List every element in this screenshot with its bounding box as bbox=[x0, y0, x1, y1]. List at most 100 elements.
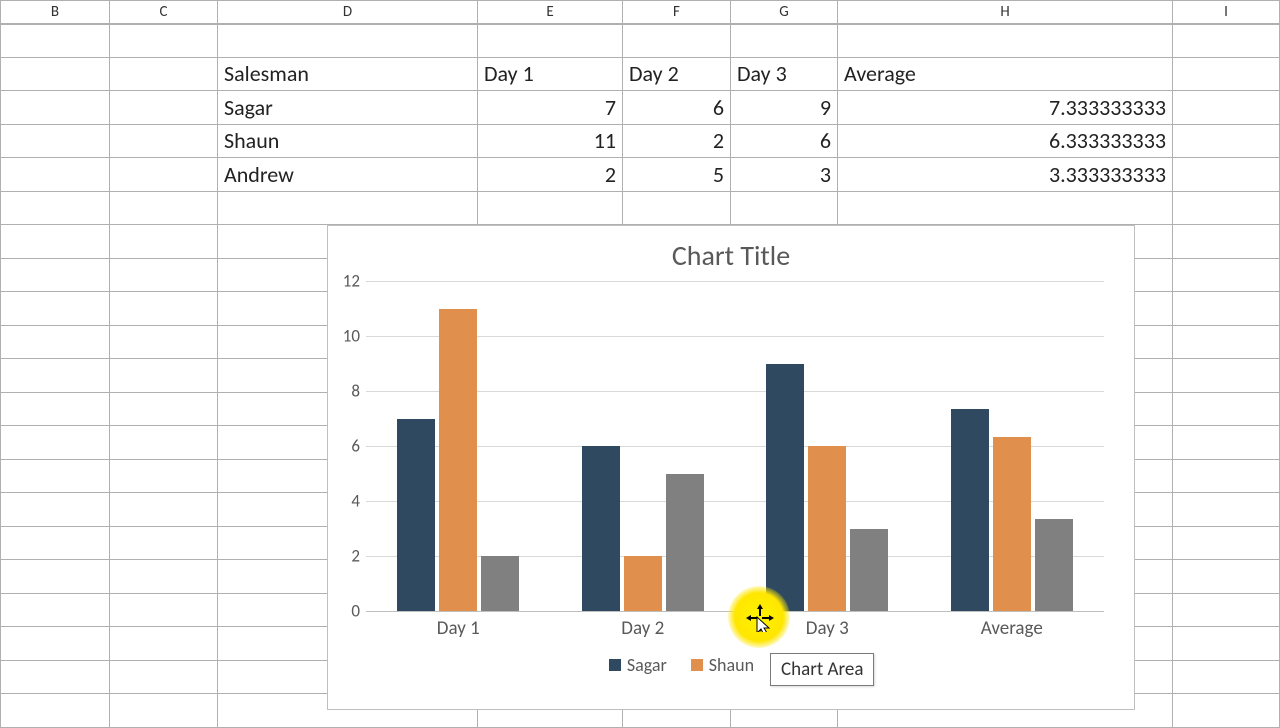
cell[interactable] bbox=[1173, 91, 1280, 125]
cell[interactable] bbox=[0, 627, 110, 661]
cell[interactable]: Day 3 bbox=[731, 58, 838, 92]
cell[interactable] bbox=[1173, 426, 1280, 460]
cell[interactable] bbox=[0, 527, 110, 561]
cell[interactable] bbox=[110, 694, 218, 728]
cell[interactable] bbox=[110, 426, 218, 460]
cell[interactable] bbox=[110, 58, 218, 92]
cell[interactable] bbox=[110, 359, 218, 393]
cell[interactable] bbox=[110, 527, 218, 561]
cell[interactable] bbox=[110, 493, 218, 527]
cell[interactable]: 11 bbox=[478, 125, 623, 159]
bar[interactable] bbox=[766, 364, 804, 612]
cell[interactable]: 7 bbox=[478, 91, 623, 125]
cell[interactable] bbox=[1173, 158, 1280, 192]
cell[interactable] bbox=[1173, 326, 1280, 360]
cell[interactable] bbox=[0, 426, 110, 460]
bar[interactable] bbox=[808, 446, 846, 611]
bar[interactable] bbox=[993, 437, 1031, 611]
cell[interactable] bbox=[478, 24, 623, 58]
cell[interactable]: 3.333333333 bbox=[838, 158, 1173, 192]
cell[interactable]: Day 2 bbox=[623, 58, 731, 92]
cell[interactable]: 3 bbox=[731, 158, 838, 192]
cell[interactable]: 2 bbox=[623, 125, 731, 159]
cell[interactable] bbox=[1173, 192, 1280, 226]
cell[interactable] bbox=[110, 326, 218, 360]
col-header-I[interactable]: I bbox=[1173, 0, 1280, 24]
cell[interactable] bbox=[623, 192, 731, 226]
cell[interactable]: 6 bbox=[731, 125, 838, 159]
cell[interactable] bbox=[1173, 627, 1280, 661]
cell[interactable] bbox=[0, 359, 110, 393]
bar[interactable] bbox=[951, 409, 989, 611]
cell[interactable] bbox=[0, 192, 110, 226]
cell[interactable] bbox=[0, 393, 110, 427]
col-header-D[interactable]: D bbox=[218, 0, 478, 24]
cell[interactable] bbox=[0, 225, 110, 259]
cell[interactable] bbox=[838, 24, 1173, 58]
cell[interactable] bbox=[478, 192, 623, 226]
cell[interactable] bbox=[0, 292, 110, 326]
cell[interactable] bbox=[0, 24, 110, 58]
cell[interactable] bbox=[218, 192, 478, 226]
cell[interactable] bbox=[0, 694, 110, 728]
cell[interactable] bbox=[1173, 58, 1280, 92]
cell[interactable]: Day 1 bbox=[478, 58, 623, 92]
cell[interactable]: 7.333333333 bbox=[838, 91, 1173, 125]
bar[interactable] bbox=[582, 446, 620, 611]
cell[interactable] bbox=[110, 259, 218, 293]
cell[interactable] bbox=[0, 158, 110, 192]
cell[interactable] bbox=[110, 24, 218, 58]
cell[interactable] bbox=[0, 493, 110, 527]
cell[interactable] bbox=[110, 125, 218, 159]
col-header-C[interactable]: C bbox=[110, 0, 218, 24]
cell[interactable] bbox=[0, 91, 110, 125]
cell[interactable] bbox=[110, 460, 218, 494]
bar[interactable] bbox=[624, 556, 662, 611]
cell[interactable] bbox=[0, 594, 110, 628]
col-header-G[interactable]: G bbox=[731, 0, 838, 24]
cell[interactable] bbox=[1173, 259, 1280, 293]
cell[interactable] bbox=[1173, 393, 1280, 427]
cell[interactable]: Salesman bbox=[218, 58, 478, 92]
bar[interactable] bbox=[1035, 519, 1073, 611]
cell[interactable] bbox=[1173, 24, 1280, 58]
cell[interactable] bbox=[110, 225, 218, 259]
cell[interactable] bbox=[110, 292, 218, 326]
cell[interactable]: Andrew bbox=[218, 158, 478, 192]
cell[interactable] bbox=[1173, 560, 1280, 594]
cell[interactable] bbox=[838, 192, 1173, 226]
cell[interactable] bbox=[110, 393, 218, 427]
legend-item[interactable]: Sagar bbox=[609, 654, 667, 676]
cell[interactable]: Average bbox=[838, 58, 1173, 92]
cell[interactable]: 2 bbox=[478, 158, 623, 192]
cell[interactable] bbox=[1173, 694, 1280, 728]
cell[interactable]: 9 bbox=[731, 91, 838, 125]
cell[interactable] bbox=[1173, 125, 1280, 159]
cell[interactable] bbox=[1173, 527, 1280, 561]
cell[interactable]: Sagar bbox=[218, 91, 478, 125]
legend-item[interactable]: Shaun bbox=[691, 654, 754, 676]
bar[interactable] bbox=[439, 309, 477, 612]
cell[interactable] bbox=[110, 158, 218, 192]
cell[interactable] bbox=[623, 24, 731, 58]
cell[interactable] bbox=[110, 594, 218, 628]
col-header-F[interactable]: F bbox=[623, 0, 731, 24]
cell[interactable]: 6.333333333 bbox=[838, 125, 1173, 159]
cell[interactable] bbox=[0, 58, 110, 92]
cell[interactable] bbox=[110, 627, 218, 661]
cell[interactable] bbox=[110, 91, 218, 125]
legend[interactable]: SagarShaunAndrew bbox=[328, 654, 1134, 676]
cell[interactable] bbox=[0, 125, 110, 159]
cell[interactable] bbox=[1173, 493, 1280, 527]
cell[interactable] bbox=[218, 24, 478, 58]
cell[interactable] bbox=[1173, 359, 1280, 393]
cell[interactable] bbox=[0, 560, 110, 594]
col-header-B[interactable]: B bbox=[0, 0, 110, 24]
bar[interactable] bbox=[397, 419, 435, 612]
col-header-E[interactable]: E bbox=[478, 0, 623, 24]
bar[interactable] bbox=[850, 529, 888, 612]
cell[interactable] bbox=[1173, 661, 1280, 695]
cell[interactable] bbox=[110, 661, 218, 695]
cell[interactable]: Shaun bbox=[218, 125, 478, 159]
cell[interactable] bbox=[0, 326, 110, 360]
